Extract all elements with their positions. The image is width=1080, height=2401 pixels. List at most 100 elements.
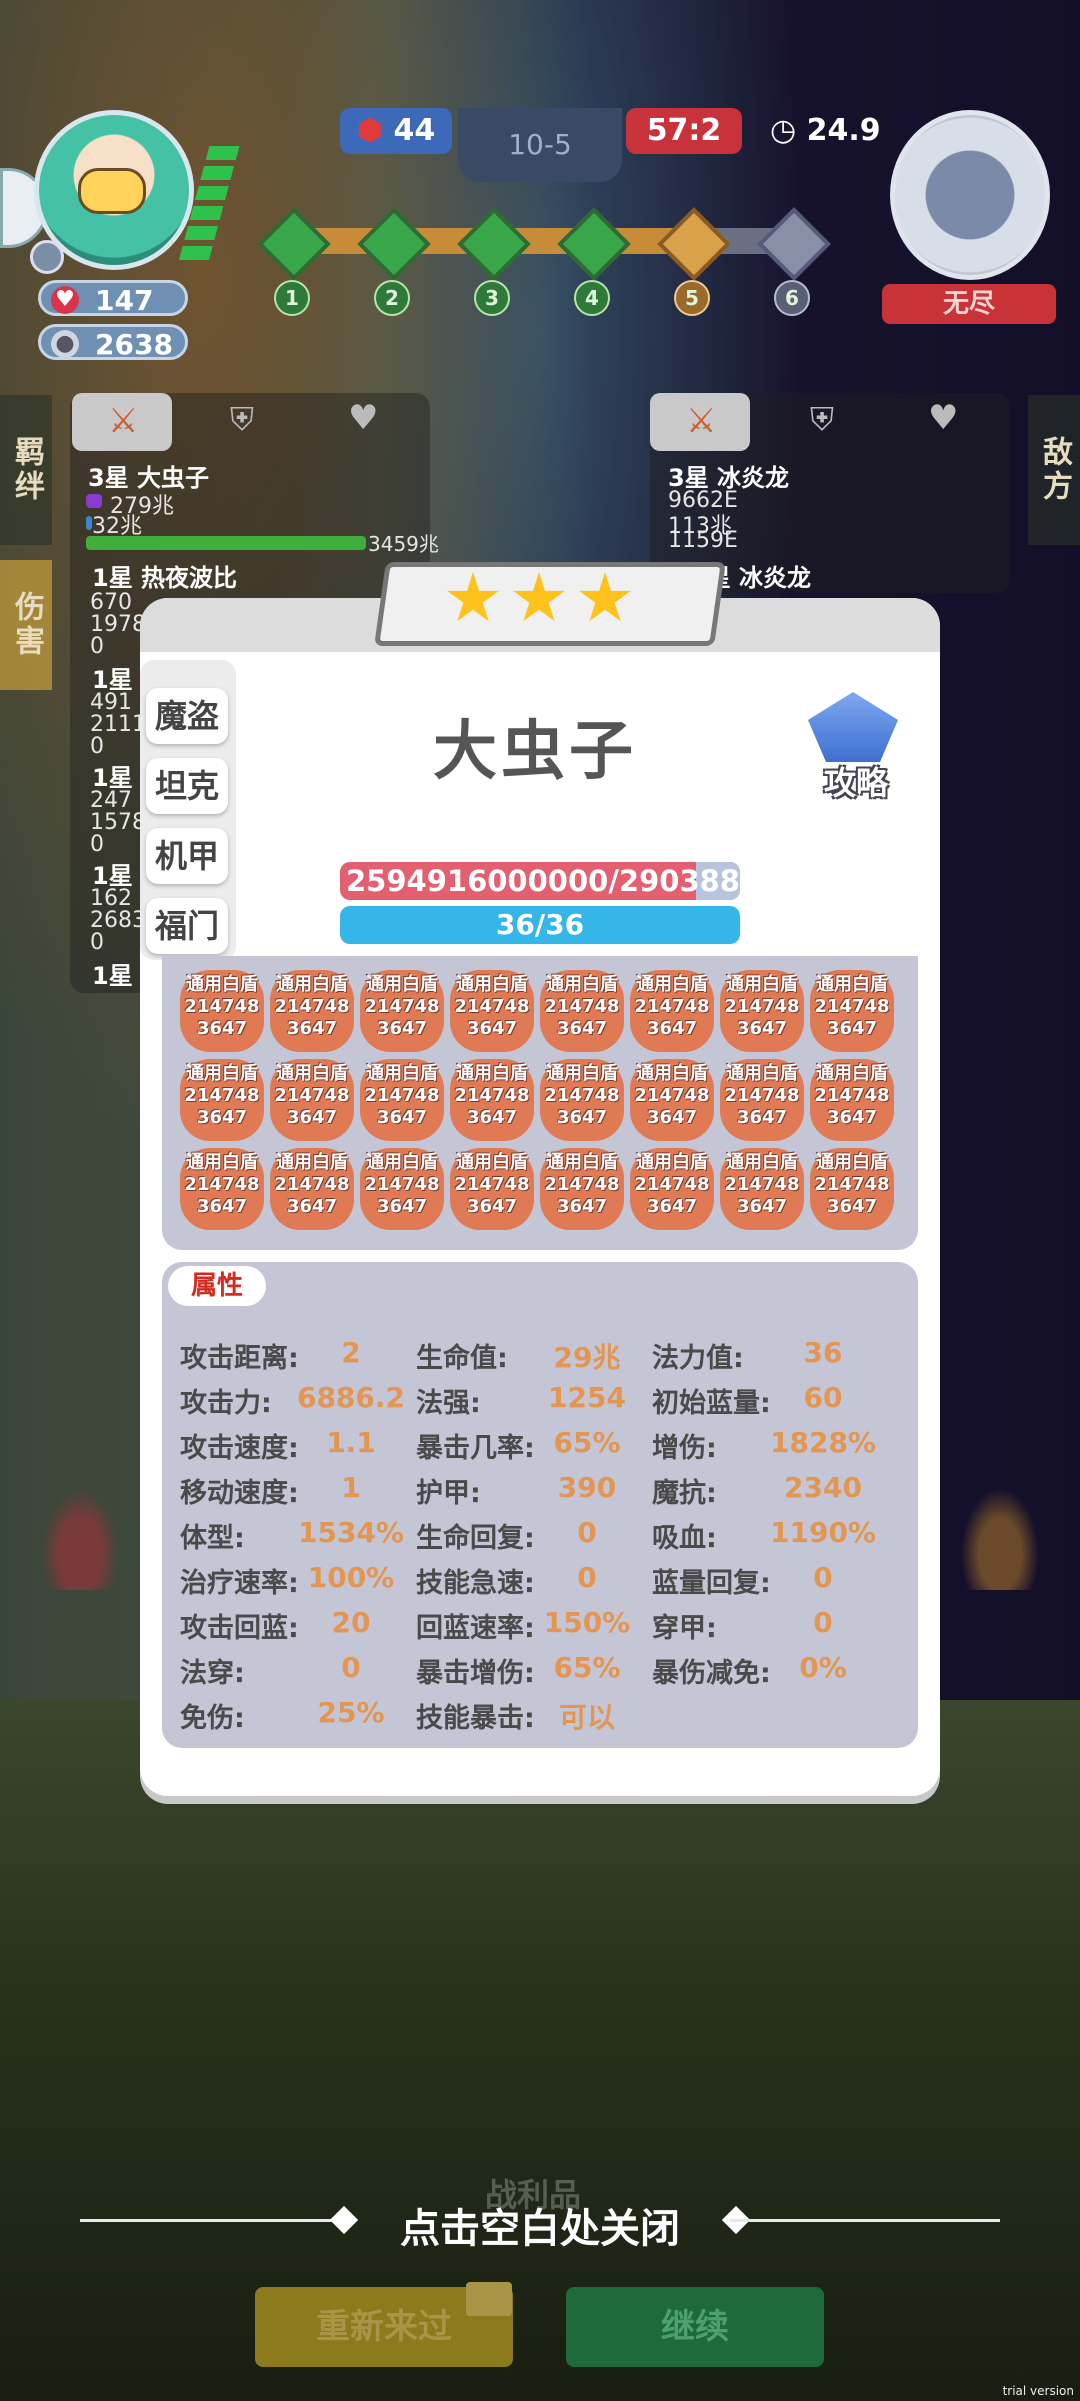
item-text: 通用白盾: [366, 974, 438, 995]
right-row-value: 1159E: [668, 528, 738, 553]
item-text: 通用白盾: [636, 1063, 708, 1084]
item-text: 通用白盾: [816, 974, 888, 995]
equipment-item[interactable]: 通用白盾 214748 3647: [450, 1059, 534, 1141]
equipment-item[interactable]: 通用白盾 214748 3647: [180, 970, 264, 1052]
equipment-item[interactable]: 通用白盾 214748 3647: [270, 1148, 354, 1230]
left-row-title: 1星 热夜波比: [92, 564, 238, 592]
tab-damage[interactable]: 伤害: [0, 560, 52, 690]
enemy-unit[interactable]: [950, 1470, 1050, 1590]
item-text: 214748: [274, 996, 350, 1017]
attribute-label: 穿甲:: [652, 1613, 717, 1644]
item-text: 214748: [814, 996, 890, 1017]
equipment-item[interactable]: 通用白盾 214748 3647: [450, 1148, 534, 1230]
attribute-label: 蓝量回复:: [652, 1568, 771, 1599]
equipment-item[interactable]: 通用白盾 214748 3647: [450, 970, 534, 1052]
item-text: 3647: [376, 1196, 428, 1217]
timer-display: ◷ 24.9: [770, 108, 900, 154]
trait-badge[interactable]: 坦克: [146, 758, 228, 814]
trait-badge[interactable]: 魔盗: [146, 688, 228, 744]
equipment-item[interactable]: 通用白盾 214748 3647: [540, 1148, 624, 1230]
item-text: 214748: [814, 1085, 890, 1106]
boss-avatar[interactable]: [890, 110, 1050, 280]
coin-icon: ●: [51, 330, 79, 358]
left-row-bar: [86, 536, 366, 550]
item-text: 通用白盾: [726, 1152, 798, 1173]
equipment-item[interactable]: 通用白盾 214748 3647: [540, 970, 624, 1052]
item-text: 3647: [736, 1018, 788, 1039]
gear-icon[interactable]: [30, 240, 64, 274]
heart-tab-icon[interactable]: ♥: [928, 398, 958, 438]
attribute-label: 体型:: [180, 1523, 245, 1554]
item-text: 3647: [556, 1107, 608, 1128]
stage-number: 6: [774, 280, 810, 316]
attribute-label: 攻击速度:: [180, 1433, 299, 1464]
attribute-value: 1.1: [326, 1426, 376, 1459]
attribute-value: 20: [331, 1606, 371, 1639]
item-text: 通用白盾: [726, 974, 798, 995]
equipment-item[interactable]: 通用白盾 214748 3647: [540, 1059, 624, 1141]
equipment-item[interactable]: 通用白盾 214748 3647: [360, 1059, 444, 1141]
item-text: 3647: [286, 1107, 338, 1128]
equipment-item[interactable]: 通用白盾 214748 3647: [360, 970, 444, 1052]
item-text: 214748: [544, 1174, 620, 1195]
left-row-value: 0: [90, 734, 104, 759]
attribute-label: 生命值:: [416, 1343, 508, 1374]
item-text: 3647: [826, 1018, 878, 1039]
left-row-bar: [86, 494, 102, 508]
tab-enemy-attack[interactable]: ⚔: [650, 393, 750, 451]
guide-button[interactable]: 攻略: [808, 758, 904, 804]
trait-badge[interactable]: 福门: [146, 898, 228, 954]
item-text: 3647: [736, 1196, 788, 1217]
attribute-value: 1190%: [770, 1516, 876, 1549]
item-text: 3647: [646, 1196, 698, 1217]
continue-button[interactable]: 继续: [566, 2287, 824, 2367]
attribute-label: 回蓝速率:: [416, 1613, 535, 1644]
equipment-item[interactable]: 通用白盾 214748 3647: [270, 970, 354, 1052]
attribute-label: 暴击几率:: [416, 1433, 535, 1464]
shield-count: 44: [393, 113, 436, 148]
item-text: 214748: [184, 1085, 260, 1106]
left-row-value: 0: [90, 634, 104, 659]
shield-tab-icon[interactable]: ⛨: [810, 400, 834, 439]
tab-attack[interactable]: ⚔: [72, 393, 172, 451]
attribute-label: 技能急速:: [416, 1568, 535, 1599]
heart-tab-icon[interactable]: ♥: [348, 398, 378, 438]
equipment-item[interactable]: 通用白盾 214748 3647: [180, 1059, 264, 1141]
equipment-item[interactable]: 通用白盾 214748 3647: [720, 1059, 804, 1141]
equipment-item[interactable]: 通用白盾 214748 3647: [720, 970, 804, 1052]
round-display: 10-5: [458, 108, 622, 182]
equipment-item[interactable]: 通用白盾 214748 3647: [360, 1148, 444, 1230]
tab-enemy[interactable]: 敌方: [1028, 395, 1080, 545]
left-row-value: 0: [90, 930, 104, 955]
sword-icon: ⚔: [686, 401, 717, 441]
attribute-label: 法穿:: [180, 1658, 245, 1689]
stage-number: 4: [574, 280, 610, 316]
attribute-value: 6886.2: [296, 1381, 406, 1414]
equipment-item[interactable]: 通用白盾 214748 3647: [630, 970, 714, 1052]
item-text: 通用白盾: [186, 974, 258, 995]
item-text: 通用白盾: [366, 1152, 438, 1173]
close-hint[interactable]: 点击空白处关闭: [370, 2196, 710, 2254]
equipment-item[interactable]: 通用白盾 214748 3647: [180, 1148, 264, 1230]
endless-badge: 无尽: [882, 284, 1056, 324]
score-value: 57:2: [646, 113, 722, 148]
equipment-item[interactable]: 通用白盾 214748 3647: [720, 1148, 804, 1230]
equipment-item[interactable]: 通用白盾 214748 3647: [630, 1059, 714, 1141]
ally-unit[interactable]: [30, 1470, 130, 1590]
equipment-item[interactable]: 通用白盾 214748 3647: [270, 1059, 354, 1141]
item-text: 214748: [364, 996, 440, 1017]
equipment-item[interactable]: 通用白盾 214748 3647: [810, 1148, 894, 1230]
item-text: 通用白盾: [456, 1063, 528, 1084]
equipment-item[interactable]: 通用白盾 214748 3647: [630, 1148, 714, 1230]
hero-mana-bar: 36/36: [340, 906, 740, 944]
tab-bonds[interactable]: 羁绊: [0, 395, 52, 545]
item-text: 通用白盾: [636, 1152, 708, 1173]
equipment-item[interactable]: 通用白盾 214748 3647: [810, 1059, 894, 1141]
item-text: 214748: [634, 1085, 710, 1106]
item-text: 通用白盾: [276, 1063, 348, 1084]
equipment-item[interactable]: 通用白盾 214748 3647: [810, 970, 894, 1052]
item-text: 3647: [286, 1196, 338, 1217]
item-text: 214748: [274, 1174, 350, 1195]
trait-badge[interactable]: 机甲: [146, 828, 228, 884]
shield-tab-icon[interactable]: ⛨: [230, 400, 254, 439]
